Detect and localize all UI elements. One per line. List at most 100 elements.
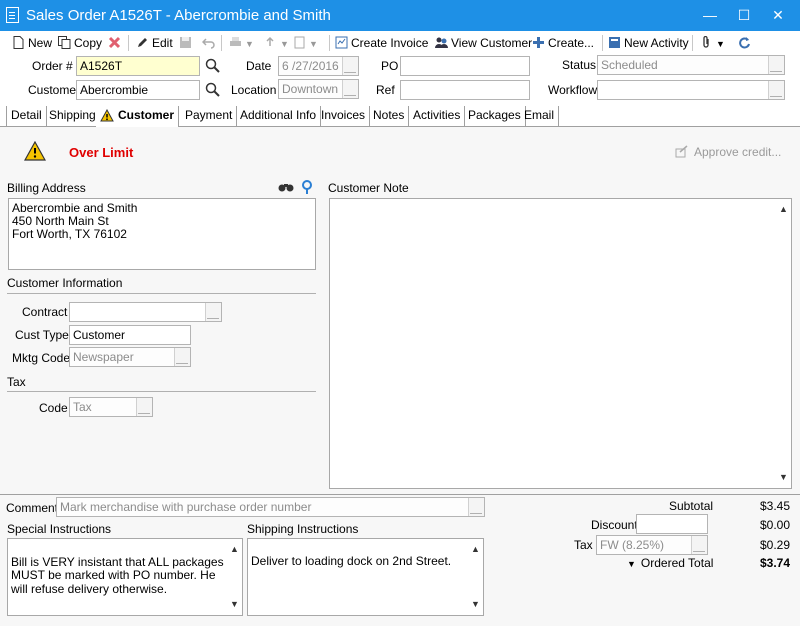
new-button[interactable]: New — [12, 34, 52, 52]
edit-button[interactable]: Edit — [136, 34, 173, 52]
pencil-icon — [138, 38, 147, 47]
toolbar-separator — [602, 35, 603, 51]
create-invoice-button[interactable]: Create Invoice — [335, 34, 428, 52]
scroll-down-icon[interactable]: ▼ — [230, 598, 239, 612]
print-button[interactable]: ▼ — [229, 34, 254, 52]
special-instructions-scrollbar[interactable]: ▲ ▼ — [227, 539, 242, 615]
status-dropdown-icon[interactable] — [768, 56, 784, 74]
new-activity-button[interactable]: New Activity — [608, 34, 689, 52]
refresh-icon — [739, 37, 750, 49]
tab-packages[interactable]: Packages — [464, 106, 526, 127]
location-dropdown-icon[interactable] — [342, 80, 358, 98]
tab-payment[interactable]: Payment — [181, 106, 238, 127]
tax-rate-select[interactable]: FW (8.25%) — [596, 535, 708, 555]
workflow-select[interactable] — [597, 80, 785, 100]
printer-icon — [230, 37, 241, 46]
tab-invoices[interactable]: Invoices — [317, 106, 371, 127]
discount-field[interactable] — [636, 514, 708, 534]
attachment-button[interactable]: ▼ — [700, 34, 725, 52]
minimize-button[interactable]: — — [693, 0, 727, 31]
maximize-button[interactable]: ☐ — [727, 0, 761, 31]
tab-shipping[interactable]: Shipping — [45, 106, 101, 127]
scroll-up-icon[interactable]: ▲ — [230, 543, 239, 557]
undo-button[interactable] — [202, 34, 218, 52]
attach-doc-button[interactable]: ▼ — [293, 34, 318, 52]
mktg-code-dropdown-icon[interactable] — [174, 348, 190, 366]
collapse-triangle-icon: ▼ — [627, 559, 636, 569]
over-limit-warning-icon — [24, 141, 46, 161]
search-customer-icon[interactable] — [205, 82, 221, 98]
title-bar: Sales Order A1526T - Abercrombie and Smi… — [0, 0, 800, 31]
scroll-down-icon[interactable]: ▼ — [779, 471, 788, 484]
close-button[interactable]: ✕ — [761, 0, 795, 31]
tax-code-dropdown-icon[interactable] — [136, 398, 152, 416]
new-label: New — [28, 36, 53, 50]
tax-code-value: Tax — [73, 400, 92, 414]
customer-note-scrollbar[interactable]: ▲ ▼ — [776, 199, 791, 488]
customer-field[interactable]: Abercrombie — [76, 80, 200, 100]
copy-button[interactable]: Copy — [58, 34, 102, 52]
toolbar-separator — [692, 35, 693, 51]
save-button[interactable] — [179, 34, 195, 52]
comment-dropdown-icon[interactable] — [468, 498, 484, 516]
cust-type-field[interactable]: Customer — [69, 325, 191, 345]
workflow-dropdown-icon[interactable] — [768, 81, 784, 99]
map-pin-icon[interactable] — [301, 180, 313, 194]
status-select[interactable]: Scheduled — [597, 55, 785, 75]
date-field[interactable]: 6 /27/2016 — [278, 56, 359, 76]
delete-x-icon — [108, 36, 121, 49]
shipping-instructions-scrollbar[interactable]: ▲ ▼ — [468, 539, 483, 615]
export-button[interactable]: ▼ — [264, 34, 289, 52]
new-activity-label: New Activity — [624, 36, 689, 50]
scroll-up-icon[interactable]: ▲ — [471, 543, 480, 556]
document-icon — [6, 7, 19, 23]
tax-label: Tax — [574, 538, 593, 552]
customer-note-box[interactable]: ▲ ▼ — [329, 198, 792, 489]
po-field[interactable] — [400, 56, 530, 76]
scroll-down-icon[interactable]: ▼ — [471, 598, 480, 611]
comment-field[interactable]: Mark merchandise with purchase order num… — [56, 497, 485, 517]
location-select[interactable]: Downtown — [278, 79, 359, 99]
mktg-code-label: Mktg Code — [12, 351, 71, 365]
search-order-icon[interactable] — [205, 58, 221, 74]
contract-dropdown-icon[interactable] — [205, 303, 221, 321]
tab-customer[interactable]: Customer — [96, 106, 180, 128]
discount-value: $0.00 — [759, 518, 790, 532]
binoculars-icon[interactable] — [278, 181, 294, 193]
date-value: 6 /27/2016 — [282, 59, 339, 73]
tax-rate-dropdown-icon[interactable] — [691, 536, 707, 554]
window-title: Sales Order A1526T - Abercrombie and Smi… — [26, 7, 331, 24]
view-customer-button[interactable]: View Customer — [435, 34, 532, 52]
shipping-instructions-box[interactable]: Deliver to loading dock on 2nd Street. ▲… — [247, 538, 484, 616]
ref-field[interactable] — [400, 80, 530, 100]
tab-email[interactable]: Email — [520, 106, 560, 127]
comment-value: Mark merchandise with purchase order num… — [60, 500, 312, 514]
create-button[interactable]: Create... — [532, 34, 594, 52]
mktg-code-select[interactable]: Newspaper — [69, 347, 191, 367]
ordered-total-toggle[interactable]: ▼ Ordered Total — [627, 556, 713, 570]
tab-activities[interactable]: Activities — [409, 106, 466, 127]
billing-address-box[interactable]: Abercrombie and Smith 450 North Main St … — [8, 198, 316, 270]
order-number-field[interactable]: A1526T — [76, 56, 200, 76]
scroll-up-icon[interactable]: ▲ — [779, 203, 788, 216]
tab-additional-info[interactable]: Additional Info — [236, 106, 322, 127]
tab-notes[interactable]: Notes — [369, 106, 410, 127]
customer-label: Customer — [28, 83, 81, 97]
tax-section-heading: Tax — [7, 375, 26, 389]
section-divider — [7, 391, 316, 392]
special-instructions-box[interactable]: Bill is VERY insistant that ALL packages… — [7, 538, 243, 616]
toolbar-separator — [329, 35, 330, 51]
approve-credit-button[interactable]: Approve credit... — [675, 145, 781, 159]
order-label: Order # — [32, 59, 73, 73]
contract-select[interactable] — [69, 302, 222, 322]
billing-address-label: Billing Address — [7, 181, 86, 195]
document-gear-icon — [294, 36, 305, 49]
delete-button[interactable] — [108, 34, 124, 52]
cust-type-label: Cust Type — [15, 328, 69, 342]
ordered-total-value: $3.74 — [759, 556, 790, 570]
subtotal-value: $3.45 — [759, 499, 790, 513]
tab-detail[interactable]: Detail — [6, 106, 47, 127]
calendar-dropdown-icon[interactable] — [342, 57, 358, 75]
tax-code-select[interactable]: Tax — [69, 397, 153, 417]
refresh-button[interactable] — [738, 34, 754, 52]
